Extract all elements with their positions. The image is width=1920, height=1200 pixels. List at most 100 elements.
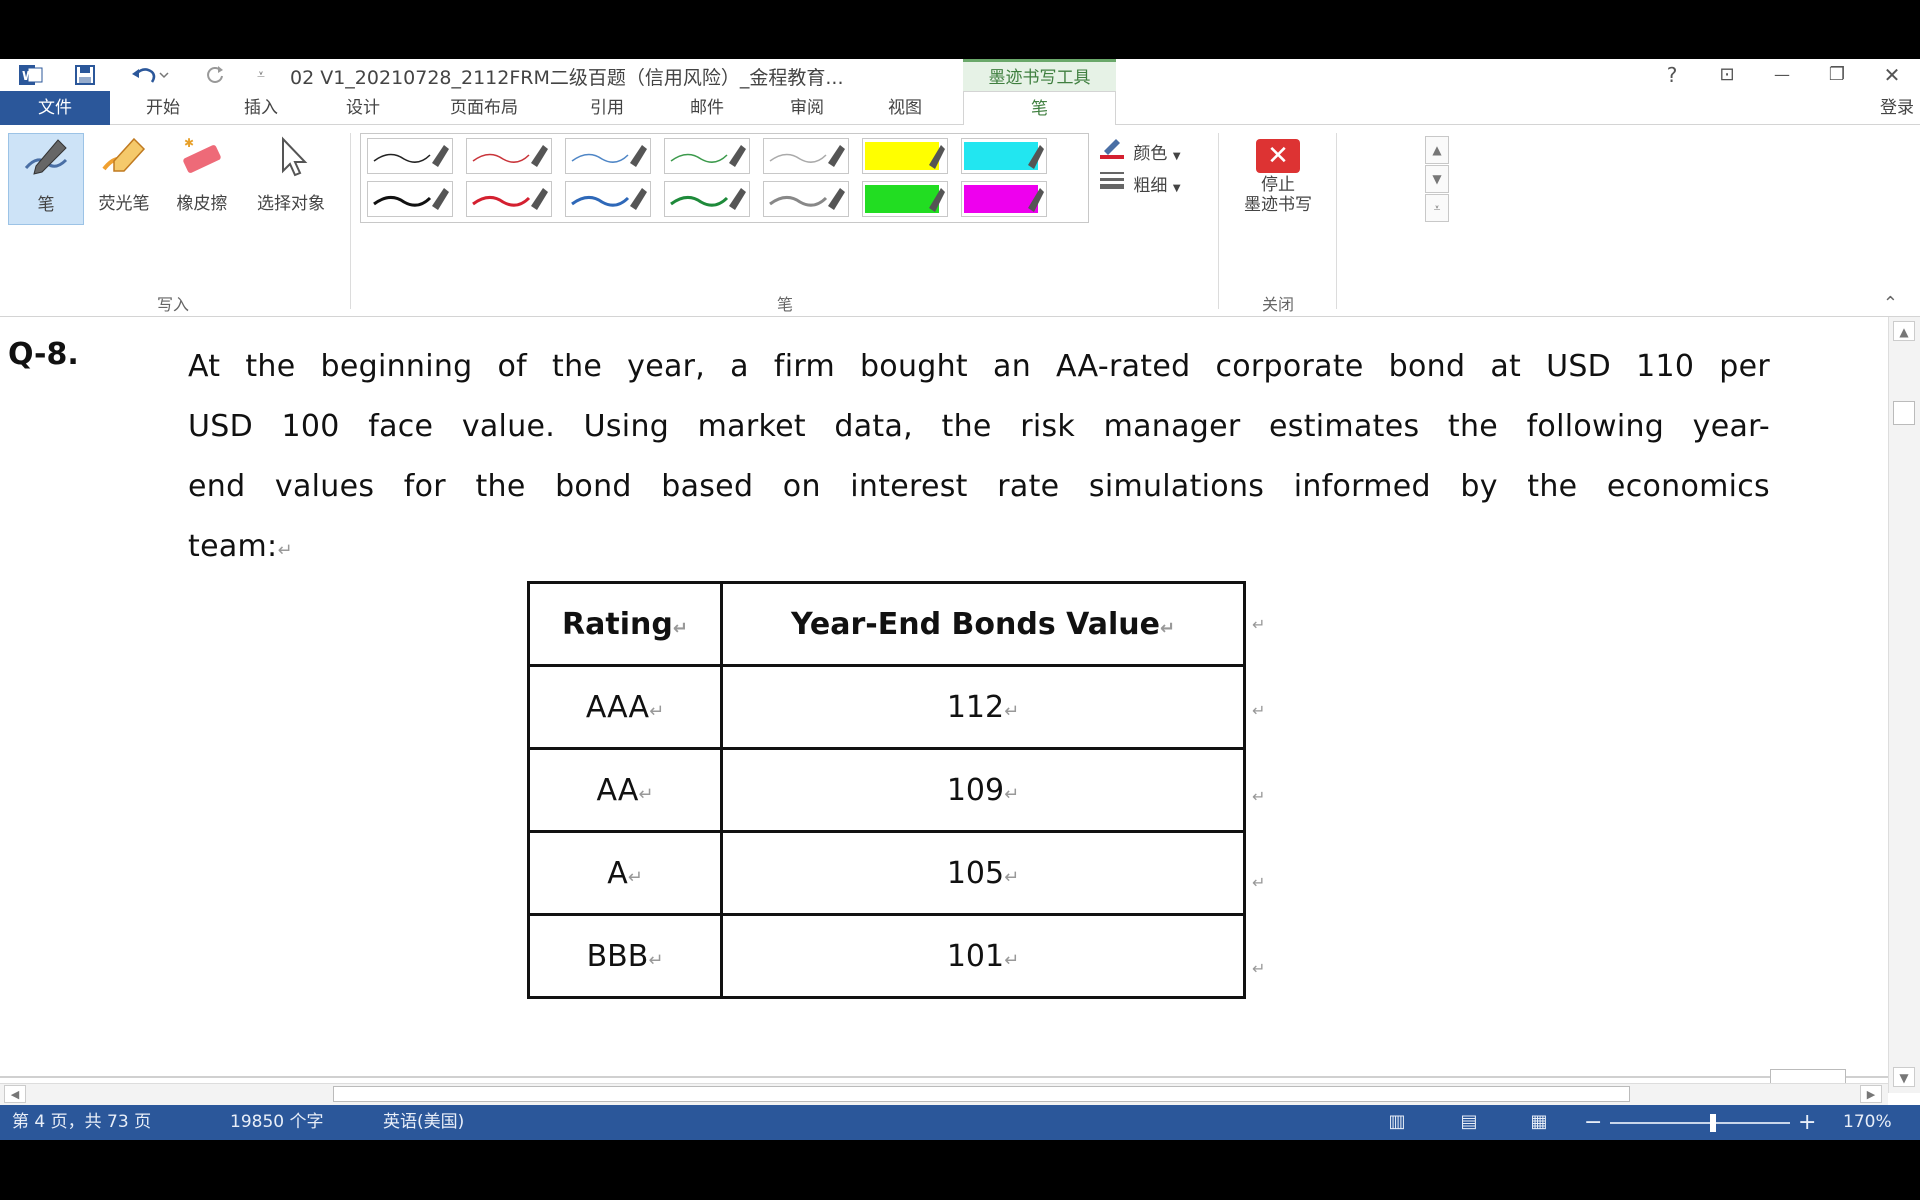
stop-inking-button[interactable]: ✕ 停止 墨迹书写 xyxy=(1226,133,1330,233)
vertical-scrollbar[interactable]: ▲ ▼ xyxy=(1888,317,1920,1093)
collapse-ribbon-icon[interactable]: ⌃ xyxy=(1883,293,1898,314)
help-icon[interactable]: ? xyxy=(1650,61,1694,89)
pen-swatch[interactable] xyxy=(565,181,651,217)
tab-references[interactable]: 引用 xyxy=(570,91,644,125)
tab-mailings[interactable]: 邮件 xyxy=(670,91,744,125)
scroll-left-icon[interactable]: ◀ xyxy=(4,1085,26,1103)
read-mode-icon[interactable]: ▥ xyxy=(1382,1110,1412,1134)
restore-button[interactable]: ❐ xyxy=(1815,61,1859,89)
zoom-in-icon[interactable]: + xyxy=(1798,1105,1816,1140)
zoom-slider-thumb[interactable] xyxy=(1710,1114,1716,1132)
page-indicator[interactable]: 第 4 页，共 73 页 xyxy=(12,1105,151,1140)
zoom-slider[interactable] xyxy=(1610,1122,1790,1124)
row-end-mark-icon: ↵ xyxy=(1252,787,1266,806)
ribbon-display-options-icon[interactable]: ⊡ xyxy=(1705,61,1749,89)
thickness-dropdown[interactable]: 粗细 ▼ xyxy=(1098,169,1181,196)
paragraph-mark-icon: ↵ xyxy=(277,540,293,561)
tab-layout[interactable]: 页面布局 xyxy=(428,91,540,125)
tab-review[interactable]: 审阅 xyxy=(770,91,844,125)
stop-x-icon: ✕ xyxy=(1256,139,1300,173)
sign-in-link[interactable]: 登录 xyxy=(1880,91,1914,125)
word-logo-icon: W xyxy=(14,62,48,88)
dropdown-arrow-icon: ▼ xyxy=(1172,183,1181,194)
tab-view[interactable]: 视图 xyxy=(868,91,942,125)
print-layout-icon[interactable]: ▤ xyxy=(1454,1110,1484,1134)
eraser-tool-button[interactable]: ✱ 橡皮擦 xyxy=(164,133,240,225)
eraser-tool-label: 橡皮擦 xyxy=(176,194,228,214)
document-page[interactable]: Q-8. At the beginning of the year, a fir… xyxy=(0,317,1888,1093)
table-row: AA↵ 109↵ xyxy=(527,747,1246,833)
zoom-level[interactable]: 170% xyxy=(1843,1105,1892,1140)
rating-cell: BBB↵ xyxy=(527,913,723,999)
document-title: 02 V1_20210728_2112FRM二级百题（信用风险）_金程教育... xyxy=(290,67,844,89)
table-header-row: Rating↵ Year-End Bonds Value↵ xyxy=(527,581,1246,667)
gallery-more-icon[interactable]: ⩡ xyxy=(1425,194,1449,222)
redo-icon[interactable] xyxy=(200,62,230,88)
cell-mark-icon: ↵ xyxy=(1004,949,1020,971)
pen-tool-button[interactable]: 笔 xyxy=(8,133,84,225)
select-objects-button[interactable]: 选择对象 xyxy=(246,133,336,225)
status-bar: 第 4 页，共 73 页 19850 个字 英语(美国) ▥ ▤ ▦ − + 1… xyxy=(0,1105,1920,1140)
tab-home[interactable]: 开始 xyxy=(126,91,200,125)
stop-inking-label: 停止 墨迹书写 xyxy=(1244,175,1312,215)
row-end-mark-icon: ↵ xyxy=(1252,959,1266,978)
pen-tool-label: 笔 xyxy=(37,195,55,215)
pen-swatch[interactable] xyxy=(664,181,750,217)
pen-swatch[interactable] xyxy=(961,138,1047,174)
color-dropdown[interactable]: 颜色 ▼ xyxy=(1098,137,1181,164)
horizontal-scroll-thumb[interactable] xyxy=(333,1086,1630,1102)
pen-swatch[interactable] xyxy=(466,181,552,217)
highlighter-tool-button[interactable]: 荧光笔 xyxy=(86,133,162,225)
gallery-scroll-up-icon[interactable]: ▲ xyxy=(1425,136,1449,164)
pen-swatch[interactable] xyxy=(862,138,948,174)
ribbon: 笔 荧光笔 ✱ 橡皮擦 选择对象 写入 ▲ ▼ ⩡ 笔 颜色 ▼ 粗细 ▼ ✕ … xyxy=(0,125,1920,317)
highlighter-icon xyxy=(86,133,162,189)
close-button[interactable]: ✕ xyxy=(1870,61,1914,89)
pen-swatch[interactable] xyxy=(862,181,948,217)
customize-qat-icon[interactable]: ⩡ xyxy=(250,62,272,88)
tab-file[interactable]: 文件 xyxy=(0,91,110,125)
cell-mark-icon: ↵ xyxy=(1004,700,1020,722)
scroll-up-icon[interactable]: ▲ xyxy=(1893,321,1915,341)
paragraph-line: At the beginning of the year, a firm bou… xyxy=(188,349,1770,384)
table-row: AAA↵ 112↵ xyxy=(527,664,1246,750)
gallery-scroll-down-icon[interactable]: ▼ xyxy=(1425,165,1449,193)
tab-design[interactable]: 设计 xyxy=(326,91,400,125)
group-separator xyxy=(350,133,351,309)
color-pen-icon xyxy=(1098,137,1128,167)
word-window: W ⩡ 02 V1_20210728_2112FRM二级百题（信用风险）_金程教… xyxy=(0,59,1920,1140)
page-break xyxy=(0,1076,1888,1078)
pen-swatch[interactable] xyxy=(763,138,849,174)
undo-icon[interactable] xyxy=(126,62,174,88)
color-label: 颜色 xyxy=(1133,144,1168,164)
web-layout-icon[interactable]: ▦ xyxy=(1524,1110,1554,1134)
table-row: BBB↵ 101↵ xyxy=(527,913,1246,999)
eraser-icon: ✱ xyxy=(164,133,240,189)
paragraph-line: USD 100 face value. Using market data, t… xyxy=(188,409,1770,444)
tab-insert[interactable]: 插入 xyxy=(224,91,298,125)
vertical-scroll-thumb[interactable] xyxy=(1893,401,1915,425)
pen-swatch[interactable] xyxy=(763,181,849,217)
minimize-button[interactable]: — xyxy=(1760,61,1804,89)
group-label-write: 写入 xyxy=(156,295,189,314)
ribbon-tab-bar: 文件 开始 插入 设计 页面布局 引用 邮件 审阅 视图 笔 登录 xyxy=(0,91,1920,126)
value-cell: 109↵ xyxy=(720,747,1246,833)
pen-swatch[interactable] xyxy=(961,181,1047,217)
tab-pens[interactable]: 笔 xyxy=(963,91,1116,126)
question-paragraph: At the beginning of the year, a firm bou… xyxy=(188,337,1770,577)
cell-mark-icon: ↵ xyxy=(1159,617,1176,639)
pen-swatch[interactable] xyxy=(565,138,651,174)
zoom-out-icon[interactable]: − xyxy=(1584,1105,1602,1140)
scroll-right-icon[interactable]: ▶ xyxy=(1860,1085,1882,1103)
horizontal-scrollbar[interactable]: ◀ ▶ xyxy=(0,1083,1888,1105)
word-count[interactable]: 19850 个字 xyxy=(230,1105,323,1140)
pen-swatch[interactable] xyxy=(367,181,453,217)
language-indicator[interactable]: 英语(美国) xyxy=(383,1105,464,1140)
save-icon[interactable] xyxy=(70,62,100,88)
pen-swatch[interactable] xyxy=(466,138,552,174)
pen-swatch[interactable] xyxy=(664,138,750,174)
scroll-down-icon[interactable]: ▼ xyxy=(1893,1067,1915,1087)
group-label-pens: 笔 xyxy=(776,295,793,314)
black-letterbox-top xyxy=(0,0,1920,59)
pen-swatch[interactable] xyxy=(367,138,453,174)
